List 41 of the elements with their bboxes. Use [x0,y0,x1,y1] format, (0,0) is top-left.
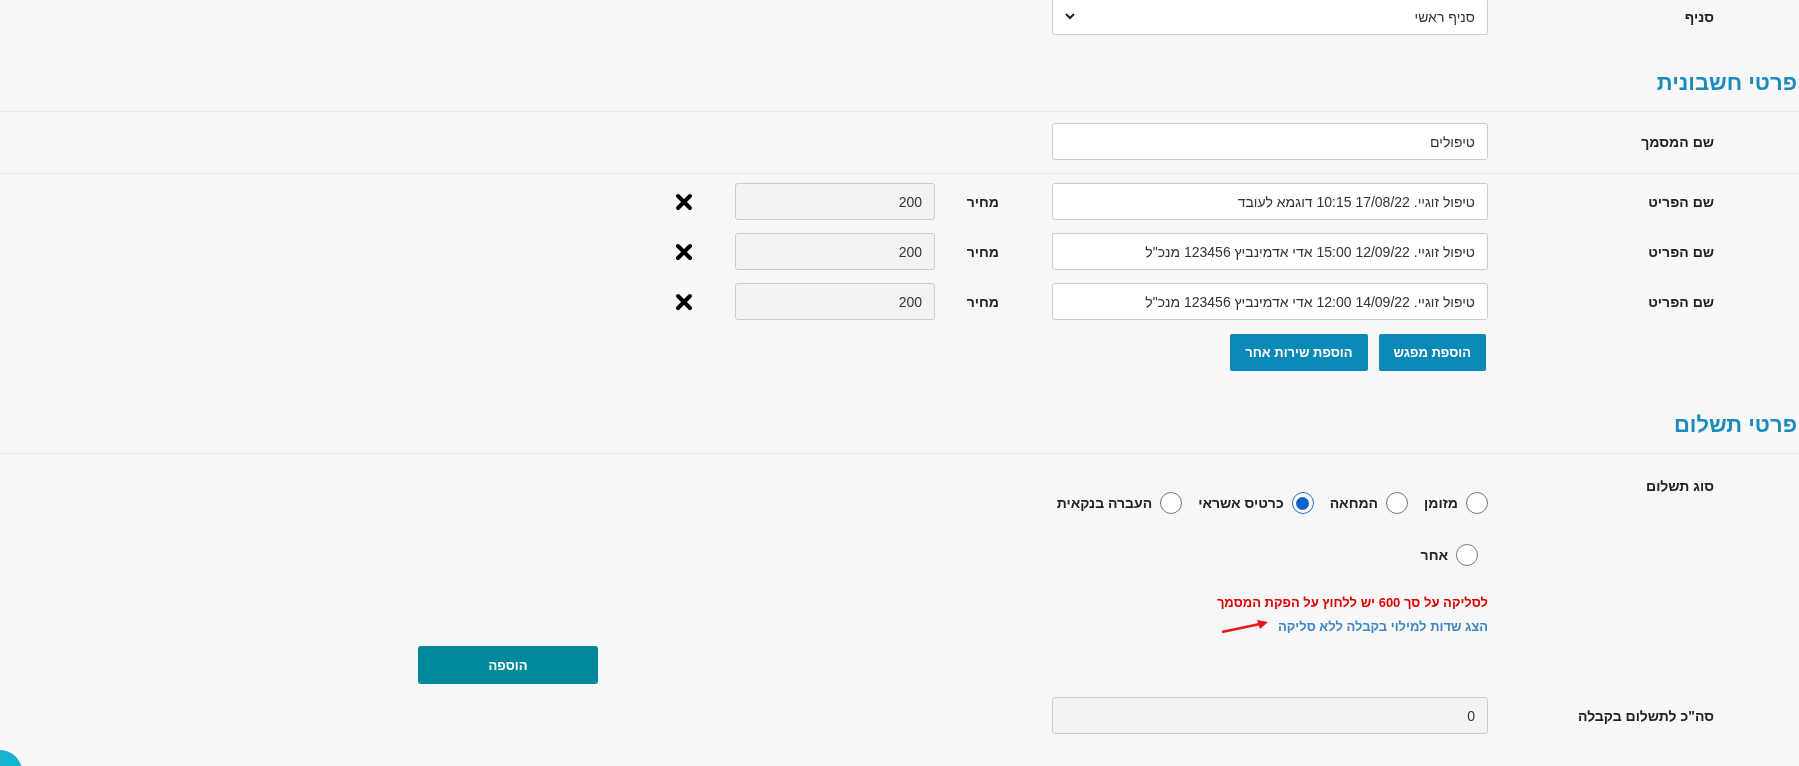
branch-dropdown[interactable]: סניף ראשי [1052,0,1488,35]
chevron-icon[interactable] [1065,13,1075,20]
document-name-field[interactable]: טיפולים [1052,123,1488,160]
item-name-field[interactable]: טיפול זוגיי. 12/09/22 15:00 אדי אדמינביץ 123456 מנכ"ל [1052,233,1488,270]
add-button[interactable]: הוספת שירות אחר [1230,334,1368,371]
radio-label: המחאה [1329,495,1379,511]
annotation-arrow [1220,618,1270,634]
radio-button[interactable] [1291,492,1314,514]
radio-button[interactable] [1160,492,1183,514]
radio-button[interactable] [1386,492,1409,514]
manual-fields-link[interactable]: הצג שדות למילוי בקבלה ללא סליקה [1278,618,1488,634]
radio-label: העברה בנקאית [1056,495,1153,511]
field-label: שם הפריט [1647,193,1714,210]
item-name-field[interactable]: טיפול זוגיי. 14/09/22 12:00 אדי אדמינביץ 123456 מנכ"ל [1052,283,1488,320]
item-name-field[interactable]: טיפול זוגיי. 17/08/22 10:15 דוגמא לעובד [1052,183,1488,220]
remove-icon[interactable] [675,242,693,261]
remove-icon[interactable] [675,292,693,311]
field-label: מחיר [965,243,999,260]
field-label: שם המסמך [1640,133,1714,150]
price-field[interactable]: 200 [735,233,935,270]
field-label: שם הפריט [1647,293,1714,310]
section-heading: פרטי חשבונית [1655,69,1798,97]
field-label: מחיר [965,193,999,210]
add-button[interactable]: הוספת מפגש [1378,334,1486,371]
radio-button[interactable] [1466,492,1488,514]
field-label: סניף [1683,8,1714,25]
field-label: שם הפריט [1647,243,1714,260]
total-field[interactable]: 0 [1052,697,1488,734]
field-label: סה"כ לתשלום בקבלה [1576,707,1714,724]
radio-label: כרטיס אשראי [1198,495,1284,511]
field-label: מחיר [965,293,999,310]
radio-label: אחר [1420,547,1448,563]
field-label: סוג תשלום [1645,478,1714,494]
section-heading: פרטי תשלום [1672,411,1798,439]
price-field[interactable]: 200 [735,283,935,320]
radio-label: מזומן [1424,495,1458,511]
price-field[interactable]: 200 [735,183,935,220]
add-button[interactable]: הוספה [418,646,598,684]
radio-button[interactable] [1456,544,1478,566]
warning-text: לסליקה על סך 600 יש ללחוץ על הפקת המסמך [1216,595,1488,610]
remove-icon[interactable] [675,192,693,211]
